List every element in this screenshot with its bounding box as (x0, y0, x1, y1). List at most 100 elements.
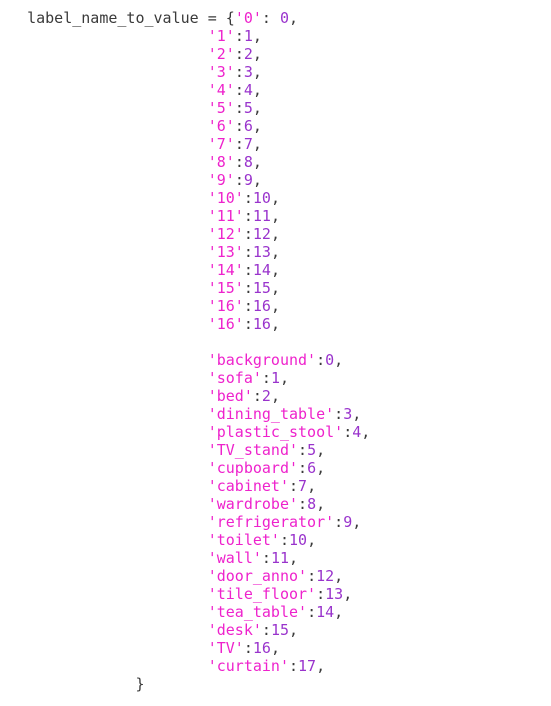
dict-value: 12 (252, 225, 271, 243)
code-line-entry-named: 'wardrobe':8, (0, 495, 551, 513)
dict-key: 'TV' (207, 639, 244, 657)
code-line-entry-named: 'TV':16, (0, 639, 551, 657)
dict-key: 'wardrobe' (207, 495, 299, 513)
comma: , (334, 603, 344, 621)
comma: , (270, 315, 280, 333)
code-listing: label_name_to_value = {'0': 0, '1':1, '2… (0, 9, 551, 706)
code-line-entry-numeric: '15':15, (0, 279, 551, 297)
code-line-entry-numeric: '7':7, (0, 135, 551, 153)
key-value-separator: : (234, 117, 244, 135)
comma: , (334, 567, 344, 585)
key-value-separator: : (234, 99, 244, 117)
dict-key: 'dining_table' (207, 405, 335, 423)
code-line-entry-named: 'bed':2, (0, 387, 551, 405)
dict-value: 9 (243, 171, 253, 189)
key-value-separator: : (307, 567, 317, 585)
code-line-entry-numeric: '3':3, (0, 63, 551, 81)
dict-value: 3 (343, 405, 353, 423)
dict-key: 'tea_table' (207, 603, 308, 621)
code-line-entry-named: 'sofa':1, (0, 369, 551, 387)
dict-key: 'refrigerator' (207, 513, 335, 531)
dict-value: 15 (252, 279, 271, 297)
dict-value: 10 (252, 189, 271, 207)
key-value-separator: : (243, 225, 253, 243)
key-value-separator: : (243, 315, 253, 333)
comma: , (316, 495, 326, 513)
code-line-entry-numeric: '2':2, (0, 45, 551, 63)
code-line-entry-numeric: '5':5, (0, 99, 551, 117)
key-value-separator: : (334, 513, 344, 531)
key-value-separator: : (234, 45, 244, 63)
dict-value: 17 (298, 657, 317, 675)
dict-value: 16 (252, 315, 271, 333)
key-value-separator: : (307, 603, 317, 621)
comma: , (289, 549, 299, 567)
comma: , (252, 135, 262, 153)
open-brace: { (225, 9, 235, 27)
dict-value: 0 (325, 351, 335, 369)
code-line-entry-numeric: '14':14, (0, 261, 551, 279)
dict-value: 3 (243, 63, 253, 81)
comma: , (307, 477, 317, 495)
code-line-entry-named: 'cabinet':7, (0, 477, 551, 495)
code-line-entry-named: 'toilet':10, (0, 531, 551, 549)
key-value-separator: : (298, 441, 308, 459)
dict-value: 1 (243, 27, 253, 45)
dict-key: 'wall' (207, 549, 262, 567)
dict-key: '4' (207, 81, 235, 99)
dict-value: 16 (252, 297, 271, 315)
comma: , (289, 621, 299, 639)
comma: , (352, 513, 362, 531)
dict-key: '10' (207, 189, 244, 207)
code-line-entry-numeric: '4':4, (0, 81, 551, 99)
comma: , (270, 639, 280, 657)
comma: , (270, 225, 280, 243)
dict-value: 14 (252, 261, 271, 279)
comma: , (270, 243, 280, 261)
dict-value: 4 (243, 81, 253, 99)
key-value-separator: : (243, 297, 253, 315)
dict-value: 8 (307, 495, 317, 513)
key-value-separator: : (316, 351, 326, 369)
comma: , (252, 63, 262, 81)
assign-operator: = (198, 9, 226, 27)
comma: , (252, 27, 262, 45)
dict-key: '3' (207, 63, 235, 81)
key-value-separator: : (334, 405, 344, 423)
code-line-entry-numeric: '12':12, (0, 225, 551, 243)
code-line-entry-named: 'TV_stand':5, (0, 441, 551, 459)
comma: , (289, 9, 299, 27)
dict-value: 12 (316, 567, 335, 585)
code-line-entry-named: 'tea_table':14, (0, 603, 551, 621)
dict-key: '7' (207, 135, 235, 153)
comma: , (270, 279, 280, 297)
code-line-entry-named: 'background':0, (0, 351, 551, 369)
code-line-entry-numeric: '13':13, (0, 243, 551, 261)
close-brace: } (135, 675, 145, 693)
key-value-separator: : (234, 135, 244, 153)
code-line-entry-numeric: '9':9, (0, 171, 551, 189)
key-value-separator: : (234, 63, 244, 81)
key-value-separator: : (343, 423, 353, 441)
dict-value: 2 (243, 45, 253, 63)
dict-key: '2' (207, 45, 235, 63)
dict-value: 7 (243, 135, 253, 153)
dict-value: 6 (307, 459, 317, 477)
key-value-separator: : (289, 477, 299, 495)
code-line-entry-named: 'wall':11, (0, 549, 551, 567)
code-line-entry-numeric: '1':1, (0, 27, 551, 45)
